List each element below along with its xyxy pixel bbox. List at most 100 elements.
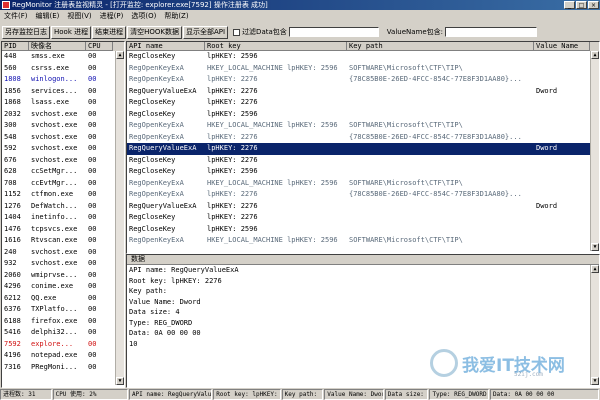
api-row[interactable]: RegOpenKeyExA HKEY_LOCAL_MACHINE lpHKEY: … — [127, 178, 599, 190]
process-row[interactable]: 1476 tcpsvcs.exe 00 — [2, 224, 124, 236]
scroll-up-arrow[interactable]: ▲ — [116, 51, 124, 59]
process-row[interactable]: 708 ccEvtMgr... 00 — [2, 178, 124, 190]
api-row[interactable]: RegOpenKeyExA HKEY_LOCAL_MACHINE lpHKEY: … — [127, 120, 599, 132]
scroll-down-arrow[interactable]: ▼ — [116, 377, 124, 385]
col-api-name[interactable]: API name — [127, 42, 205, 51]
api-row[interactable]: RegQueryValueExA lpHKEY: 2276 Dword — [127, 86, 599, 98]
hook-process-button[interactable]: Hook 进程 — [51, 25, 92, 39]
save-log-button[interactable]: 另存监控日志 — [2, 25, 50, 39]
api-row[interactable]: RegOpenKeyExA HKEY_LOCAL_MACHINE lpHKEY: … — [127, 235, 599, 247]
menu-edit[interactable]: 编辑(E) — [32, 10, 64, 23]
process-list-scrollbar[interactable]: ▲ ▼ — [115, 51, 124, 385]
process-row[interactable]: 6212 QQ.exe 00 — [2, 293, 124, 305]
value-name-cell — [534, 166, 590, 178]
process-row[interactable]: 1404 inetinfo... 00 — [2, 212, 124, 224]
process-row[interactable]: 1856 services... 00 — [2, 86, 124, 98]
valuename-filter-label: ValueName包含: — [386, 28, 444, 36]
scroll-down-arrow[interactable]: ▼ — [591, 377, 599, 385]
api-row[interactable]: RegOpenKeyExA lpHKEY: 2276 {78C85B0E-26ED-… — [127, 189, 599, 201]
process-row[interactable]: 628 ccSetMgr... 00 — [2, 166, 124, 178]
value-name-cell — [534, 63, 590, 75]
api-row[interactable]: RegCloseKey lpHKEY: 2596 — [127, 166, 599, 178]
process-row[interactable]: 2060 wmiprvse... 00 — [2, 270, 124, 282]
scroll-up-arrow[interactable]: ▲ — [591, 265, 599, 273]
close-button[interactable]: × — [588, 1, 599, 9]
api-name-cell: RegCloseKey — [129, 98, 176, 106]
process-row[interactable]: 4196 notepad.exe 00 — [2, 350, 124, 362]
process-row[interactable]: 676 svchost.exe 00 — [2, 155, 124, 167]
process-cpu: 00 — [88, 293, 97, 302]
api-name-cell: RegOpenKeyExA — [129, 236, 184, 244]
process-pid: 5416 — [4, 328, 21, 336]
root-key-cell: lpHKEY: 2276 — [207, 144, 258, 152]
col-root-key[interactable]: Root key — [205, 42, 347, 51]
col-value-name[interactable]: Value Name — [534, 42, 590, 51]
data-panel-scrollbar[interactable]: ▲ ▼ — [590, 265, 599, 385]
api-row[interactable]: RegOpenKeyExA lpHKEY: 2276 {78C85B0E-26ED-… — [127, 74, 599, 86]
app-window: RegMonitor 注册表监视精灵 - [打开监控: explorer.exe… — [0, 0, 600, 400]
api-row[interactable]: RegCloseKey lpHKEY: 2596 — [127, 51, 599, 63]
process-row[interactable]: 1616 Rtvscan.exe 00 — [2, 235, 124, 247]
process-row[interactable]: 560 csrss.exe 00 — [2, 63, 124, 75]
end-process-button[interactable]: 结束进程 — [92, 25, 127, 39]
root-key-cell: lpHKEY: 2276 — [207, 213, 258, 221]
api-row[interactable]: RegCloseKey lpHKEY: 2276 — [127, 97, 599, 109]
api-row[interactable]: RegOpenKeyExA lpHKEY: 2276 {78C85B0E-26ED-… — [127, 132, 599, 144]
show-all-api-button[interactable]: 显示全部API — [182, 25, 229, 39]
filter-data-checkbox[interactable] — [233, 28, 241, 36]
process-cpu: 00 — [88, 259, 97, 267]
minimize-button[interactable]: _ — [564, 1, 575, 9]
process-row[interactable]: 932 svchost.exe 00 — [2, 258, 124, 270]
process-image-name: svchost.exe — [31, 155, 78, 164]
process-row[interactable]: 7592 explore... 00 — [2, 339, 124, 351]
menu-help[interactable]: 帮助(Z) — [160, 10, 192, 23]
process-row[interactable]: 2032 svchost.exe 00 — [2, 109, 124, 121]
process-row[interactable]: 1868 lsass.exe 00 — [2, 97, 124, 109]
process-row[interactable]: 1808 winlogon... 00 — [2, 74, 124, 86]
api-row[interactable]: RegOpenKeyExA HKEY_LOCAL_MACHINE lpHKEY: … — [127, 63, 599, 75]
menu-options[interactable]: 选项(O) — [127, 10, 160, 23]
value-name-cell: Dword — [536, 144, 558, 152]
process-pid: 300 — [4, 121, 17, 129]
process-image-name: svchost.exe — [31, 259, 78, 267]
col-image-name[interactable]: 映像名 — [29, 42, 86, 51]
process-row[interactable]: 7316 PRegMoni... 00 — [2, 362, 124, 374]
process-row[interactable]: 448 smss.exe 00 — [2, 51, 124, 63]
process-pid: 7316 — [4, 362, 21, 371]
scroll-down-arrow[interactable]: ▼ — [591, 243, 599, 251]
menu-file[interactable]: 文件(F) — [0, 10, 32, 23]
api-row-selected[interactable]: RegQueryValueExA lpHKEY: 2276 Dword — [127, 143, 599, 155]
api-row[interactable]: RegCloseKey lpHKEY: 2596 — [127, 224, 599, 236]
menu-view[interactable]: 视图(V) — [63, 10, 95, 23]
api-row[interactable]: RegQueryValueExA lpHKEY: 2276 Dword — [127, 201, 599, 213]
process-row[interactable]: 548 svchost.exe 00 — [2, 132, 124, 144]
api-row[interactable]: RegCloseKey lpHKEY: 2276 — [127, 155, 599, 167]
process-row[interactable]: 300 svchost.exe 00 — [2, 120, 124, 132]
col-key-path[interactable]: Key path — [347, 42, 534, 51]
col-cpu[interactable]: CPU — [86, 42, 113, 51]
api-list-scrollbar[interactable]: ▲ ▼ — [590, 51, 599, 251]
api-rows: RegCloseKey lpHKEY: 2596 RegOpenKeyExA HKEY… — [127, 51, 599, 247]
process-row[interactable]: 6376 TXPlatfo... 00 — [2, 304, 124, 316]
clear-hook-button[interactable]: 清空HOOK数据 — [127, 25, 182, 39]
process-row[interactable]: 1276 DefWatch... 00 — [2, 201, 124, 213]
title-bar[interactable]: RegMonitor 注册表监视精灵 - [打开监控: explorer.exe… — [0, 0, 600, 10]
key-path-cell — [347, 224, 534, 236]
data-text[interactable]: API name: RegQueryValueExA Root key: lpHK… — [127, 265, 599, 349]
process-row[interactable]: 592 svchost.exe 00 — [2, 143, 124, 155]
process-row[interactable]: 6188 firefox.exe 00 — [2, 316, 124, 328]
api-row[interactable]: RegCloseKey lpHKEY: 2596 — [127, 109, 599, 121]
data-panel-title: 数据 — [127, 255, 599, 265]
process-row[interactable]: 240 svchost.exe 00 — [2, 247, 124, 259]
col-pid[interactable]: PID — [2, 42, 29, 51]
api-row[interactable]: RegCloseKey lpHKEY: 2276 — [127, 212, 599, 224]
process-row[interactable]: 4296 conime.exe 00 — [2, 281, 124, 293]
process-row[interactable]: 5416 delphi32... 00 — [2, 327, 124, 339]
filter-data-input[interactable] — [288, 27, 379, 37]
valuename-filter-input[interactable] — [445, 27, 538, 37]
status-key-path: Key path: — [281, 389, 324, 400]
menu-process[interactable]: 进程(P) — [96, 10, 128, 23]
maximize-button[interactable]: □ — [576, 1, 587, 9]
scroll-up-arrow[interactable]: ▲ — [591, 51, 599, 59]
process-row[interactable]: 1152 ctfmon.exe 00 — [2, 189, 124, 201]
